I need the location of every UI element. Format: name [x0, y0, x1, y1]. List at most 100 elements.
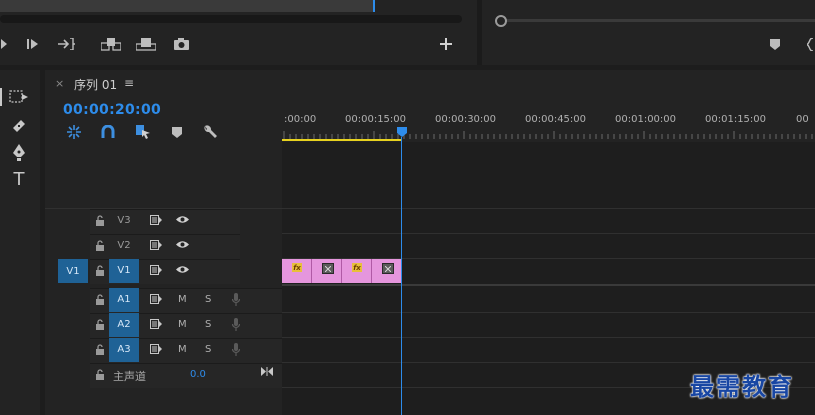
go-to-out-icon — [58, 38, 75, 50]
export-frame-button[interactable] — [173, 36, 189, 52]
eye-icon[interactable] — [176, 240, 189, 249]
insert-button[interactable] — [101, 36, 121, 52]
solo-button[interactable]: S — [205, 294, 211, 305]
mute-button[interactable]: M — [178, 294, 187, 305]
overwrite-button[interactable] — [136, 36, 156, 52]
track-name-a3[interactable]: A3 — [109, 338, 139, 362]
monitor-zoom-track[interactable] — [498, 19, 815, 22]
mute-button[interactable]: M — [178, 344, 187, 355]
timeline-clip[interactable] — [372, 259, 402, 283]
monitor-zoom-scrollbar[interactable] — [0, 15, 462, 23]
microphone-icon[interactable] — [232, 343, 240, 356]
track-select-icon — [9, 90, 28, 103]
playhead-timecode[interactable]: 00:00:20:00 — [63, 102, 161, 118]
timeline-clip[interactable] — [312, 259, 342, 283]
lock-icon[interactable] — [96, 240, 104, 251]
ripple-edit-tool[interactable] — [8, 115, 30, 137]
x-badge-icon — [322, 263, 334, 274]
sequence-tab-title[interactable]: 序列 01 — [74, 76, 117, 93]
add-marker-button[interactable] — [169, 124, 185, 140]
marker-icon — [172, 126, 182, 138]
timeline-clip[interactable]: fx — [342, 259, 372, 283]
go-to-out-button[interactable] — [58, 36, 76, 52]
lock-icon[interactable] — [96, 265, 104, 276]
sequence-tab-close-button[interactable]: × — [55, 77, 64, 90]
timeline-settings-button[interactable] — [202, 124, 218, 140]
sync-lock-icon[interactable] — [150, 294, 162, 304]
sync-lock-icon[interactable] — [150, 319, 162, 329]
master-volume-value[interactable]: 0.0 — [190, 369, 206, 380]
track-divider — [282, 208, 815, 209]
sync-lock-icon[interactable] — [150, 215, 162, 225]
lock-icon[interactable] — [96, 319, 104, 330]
solo-button[interactable]: S — [205, 319, 211, 330]
track-header-master — [45, 363, 282, 388]
track-header-a2: A2 M S — [45, 313, 282, 338]
tools-panel: T — [0, 70, 40, 415]
pen-tool[interactable] — [8, 142, 30, 164]
pen-icon — [13, 144, 25, 161]
track-select-tool[interactable] — [8, 86, 30, 108]
add-marker-button-source[interactable] — [769, 36, 781, 52]
marker-icon — [770, 38, 780, 50]
track-name-v2[interactable]: V2 — [109, 240, 139, 251]
snap-button[interactable] — [100, 124, 116, 140]
in-out-range-bar[interactable] — [282, 139, 401, 141]
eye-icon[interactable] — [176, 215, 189, 224]
ruler-label: 00 — [796, 114, 809, 125]
nest-toggle-button[interactable] — [66, 124, 82, 140]
microphone-icon[interactable] — [232, 293, 240, 306]
monitor-zoom-knob[interactable] — [495, 15, 507, 27]
type-icon: T — [13, 168, 25, 190]
video-audio-divider — [282, 284, 815, 286]
track-header-v3: V3 — [45, 209, 282, 234]
track-name-a2[interactable]: A2 — [109, 313, 139, 337]
sync-lock-icon[interactable] — [150, 344, 162, 354]
linked-selection-button[interactable] — [135, 124, 151, 140]
nest-icon — [67, 125, 81, 139]
track-name-a1[interactable]: A1 — [109, 288, 139, 312]
playhead-handle[interactable] — [397, 127, 407, 137]
track-name-v3[interactable]: V3 — [109, 215, 139, 226]
go-to-next-edit-icon[interactable] — [261, 367, 273, 376]
lock-icon[interactable] — [96, 369, 104, 380]
track-name-v1[interactable]: V1 — [109, 259, 139, 283]
x-badge-icon — [382, 263, 394, 274]
ruler-label: 00:00:45:00 — [525, 114, 587, 125]
monitor-playhead[interactable] — [373, 0, 375, 12]
microphone-icon[interactable] — [232, 318, 240, 331]
overwrite-icon — [136, 37, 156, 51]
fx-badge-icon: fx — [292, 263, 302, 272]
play-button-partial[interactable] — [0, 36, 8, 52]
camera-icon — [173, 38, 189, 50]
brace-icon — [806, 37, 813, 51]
button-editor-button[interactable] — [439, 36, 453, 52]
cross-icon — [385, 265, 391, 272]
step-forward-icon — [27, 39, 38, 49]
track-divider — [282, 233, 815, 234]
insert-icon — [101, 37, 121, 51]
track-header-a3: A3 M S — [45, 338, 282, 363]
solo-button[interactable]: S — [205, 344, 211, 355]
mark-in-button-partial[interactable] — [806, 36, 815, 52]
track-header-a1: A1 M S — [45, 288, 282, 313]
type-tool[interactable]: T — [8, 168, 30, 190]
mute-button[interactable]: M — [178, 319, 187, 330]
playhead-line[interactable] — [401, 137, 402, 415]
lock-icon[interactable] — [96, 344, 104, 355]
tool-edge-indicator — [0, 88, 2, 106]
eye-icon[interactable] — [176, 265, 189, 274]
sync-lock-icon[interactable] — [150, 240, 162, 250]
lock-icon[interactable] — [96, 215, 104, 226]
monitor-scrub-bar[interactable] — [0, 0, 375, 12]
ruler-label: :00:00 — [284, 114, 317, 125]
track-divider — [282, 337, 815, 338]
plus-icon — [440, 38, 452, 50]
sync-lock-icon[interactable] — [150, 265, 162, 275]
step-forward-button[interactable] — [26, 36, 42, 52]
sequence-tab-menu[interactable]: ≡ — [124, 76, 134, 90]
lock-icon[interactable] — [96, 294, 104, 305]
timeline-clip[interactable]: fx — [282, 259, 312, 283]
razor-icon — [13, 120, 25, 132]
track-header-v1: V1 — [45, 259, 282, 284]
